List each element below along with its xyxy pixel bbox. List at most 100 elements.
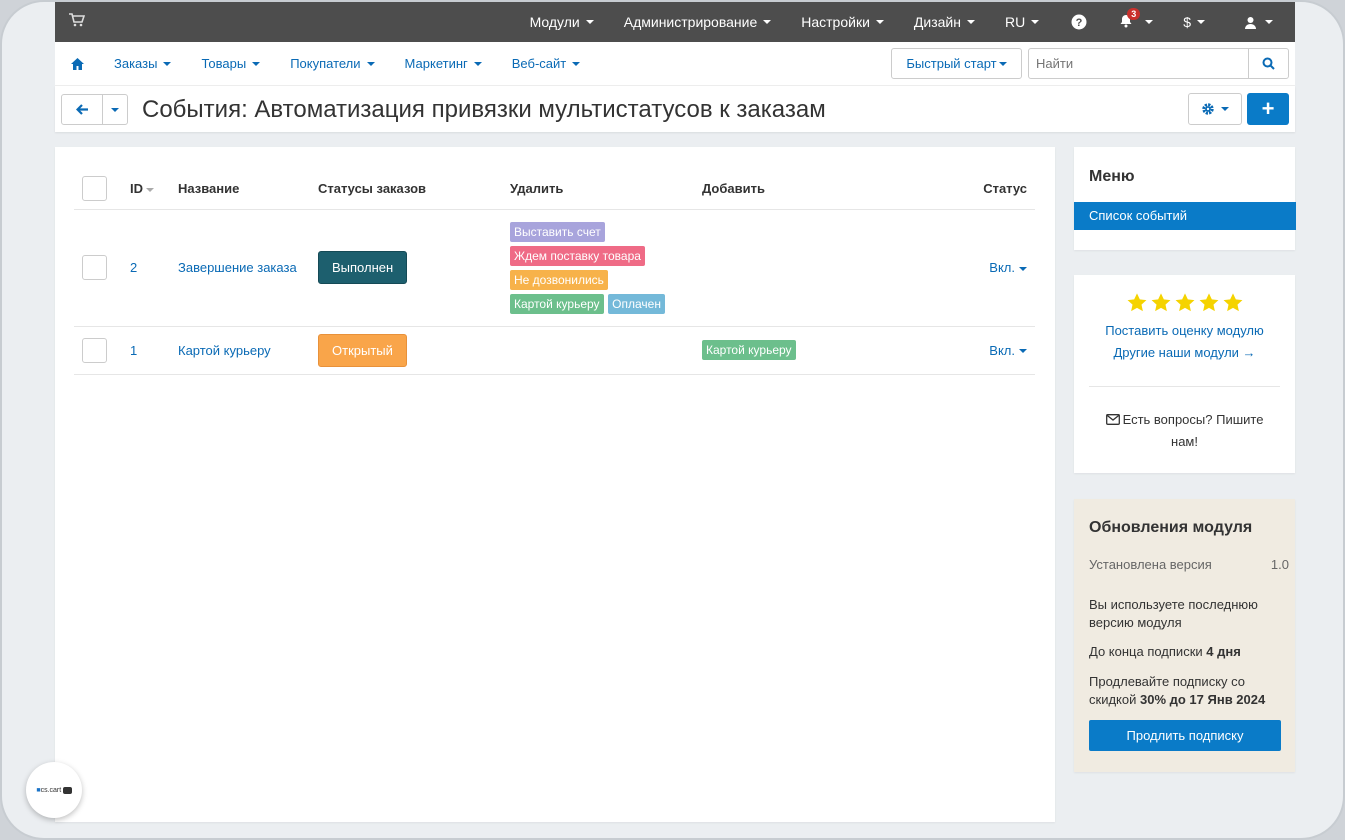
event-name-link[interactable]: Картой курьеру: [178, 343, 271, 358]
column-header-order-statuses: Статусы заказов: [318, 169, 510, 210]
table-row: 2 Завершение заказа Выполнен Выставить с…: [74, 209, 1035, 327]
column-header-status: Статус: [932, 169, 1035, 210]
contact-us-link[interactable]: Есть вопросы? Пишите нам!: [1094, 409, 1275, 453]
status-dropdown[interactable]: Вкл.: [932, 209, 1035, 327]
remove-tags: [510, 326, 702, 375]
add-event-button[interactable]: +: [1247, 93, 1289, 125]
topnav-label: RU: [1004, 14, 1026, 30]
chevron-down-icon: [966, 20, 975, 24]
quick-start-button[interactable]: Быстрый старт: [891, 48, 1022, 79]
column-header-add: Добавить: [702, 169, 932, 210]
nav-customers[interactable]: Покупатели: [290, 56, 375, 71]
chevron-down-icon: [163, 61, 172, 66]
svg-text:?: ?: [1076, 17, 1083, 29]
sidebar-item-events-list[interactable]: Список событий: [1074, 202, 1296, 230]
help-button[interactable]: ?: [1054, 2, 1104, 42]
home-icon[interactable]: [71, 57, 84, 70]
nav-label: Веб-сайт: [511, 56, 567, 71]
cart-icon[interactable]: [69, 13, 85, 27]
rate-module-link[interactable]: Поставить оценку модулю: [1074, 323, 1295, 338]
chevron-down-icon: [1031, 20, 1040, 24]
renew-subscription-button[interactable]: Продлить подписку: [1089, 720, 1281, 751]
renew-discount-text: Продлевайте подписку со скидкой 30% до 1…: [1089, 673, 1284, 709]
rating-stars[interactable]: [1074, 292, 1295, 314]
topnav-label: Модули: [529, 14, 580, 30]
back-button-group: [61, 94, 128, 125]
settings-dropdown-button[interactable]: [1188, 93, 1242, 125]
chevron-down-icon: [1221, 107, 1229, 111]
subscription-prefix: До конца подписки: [1089, 644, 1207, 659]
installed-version-row: Установлена версия 1.0: [1089, 557, 1289, 572]
status-tag: Ждем поставку товара: [510, 245, 645, 266]
page-header: События: Автоматизация привязки мультист…: [55, 86, 1295, 132]
star-icon: [1151, 293, 1170, 312]
topnav-label: Администрирование: [623, 14, 758, 30]
order-status-badge: Открытый: [318, 333, 407, 367]
remove-tags: Выставить счет Ждем поставку товара Не д…: [510, 220, 702, 316]
status-tag: Оплачен: [608, 293, 665, 314]
chevron-down-icon: [473, 61, 482, 66]
select-all-checkbox[interactable]: [82, 176, 107, 202]
status-dropdown[interactable]: Вкл.: [932, 326, 1035, 375]
cscart-logo[interactable]: ■ cs.cart: [26, 762, 82, 818]
user-menu[interactable]: [1220, 2, 1295, 42]
column-header-id-label: ID: [130, 181, 143, 197]
event-name-link[interactable]: Завершение заказа: [178, 260, 297, 275]
sidebar-menu-title: Меню: [1089, 168, 1135, 185]
event-id-link[interactable]: 1: [130, 343, 137, 358]
topnav-administration[interactable]: Администрирование: [609, 2, 787, 42]
search-box: [1028, 48, 1289, 79]
back-dropdown-button[interactable]: [103, 95, 127, 124]
nav-label: Заказы: [114, 56, 158, 71]
events-table: ID Название Статусы заказов Удалить Доба…: [74, 169, 1035, 375]
topnav-label: Настройки: [801, 14, 870, 30]
back-button[interactable]: [62, 95, 103, 124]
star-icon: [1199, 293, 1218, 312]
installed-version-label: Установлена версия: [1089, 557, 1212, 572]
chevron-down-icon: [998, 61, 1007, 66]
gear-icon: [1202, 103, 1214, 115]
search-icon: [1262, 57, 1275, 70]
subscription-remaining: До конца подписки 4 дня: [1089, 643, 1284, 661]
renew-discount: 30% до 17 Янв 2024: [1139, 692, 1266, 707]
contact-us-label: Есть вопросы? Пишите нам!: [1122, 412, 1264, 449]
nav-label: Товары: [201, 56, 247, 71]
sort-icon: [146, 187, 154, 192]
notifications-button[interactable]: 3: [1104, 2, 1168, 42]
event-id-link[interactable]: 2: [130, 260, 137, 275]
column-header-id[interactable]: ID: [130, 169, 178, 210]
notification-count-badge: 3: [1127, 7, 1141, 20]
other-modules-link[interactable]: Другие наши модули →: [1074, 345, 1295, 360]
chevron-down-icon: [875, 20, 884, 24]
chevron-down-icon: [572, 61, 581, 66]
topnav-language[interactable]: RU: [990, 2, 1054, 42]
topnav-design[interactable]: Дизайн: [899, 2, 990, 42]
events-panel: ID Название Статусы заказов Удалить Доба…: [55, 147, 1055, 822]
topnav-settings[interactable]: Настройки: [786, 2, 899, 42]
topnav-modules[interactable]: Модули: [515, 2, 609, 42]
chevron-down-icon: [1019, 349, 1027, 354]
currency-label: $: [1183, 14, 1191, 30]
nav-marketing[interactable]: Маркетинг: [405, 56, 482, 71]
search-button[interactable]: [1248, 49, 1288, 78]
status-tag: Картой курьеру: [702, 340, 796, 360]
chevron-down-icon: [366, 61, 375, 66]
nav-orders[interactable]: Заказы: [114, 56, 172, 71]
chevron-down-icon: [1265, 20, 1273, 24]
latest-version-text: Вы используете последнюю версию модуля: [1089, 597, 1258, 630]
column-header-remove: Удалить: [510, 169, 702, 210]
envelope-icon: [1105, 414, 1120, 425]
currency-selector[interactable]: $: [1168, 2, 1220, 42]
status-tag: Картой курьеру: [510, 293, 604, 314]
star-icon: [1223, 293, 1242, 312]
quick-start-label: Быстрый старт: [906, 56, 997, 71]
row-checkbox[interactable]: [82, 255, 107, 280]
chevron-down-icon: [1145, 20, 1154, 24]
nav-products[interactable]: Товары: [201, 56, 261, 71]
chevron-down-icon: [111, 107, 119, 112]
page-title: События: Автоматизация привязки мультист…: [142, 96, 826, 123]
search-input[interactable]: [1029, 49, 1248, 78]
nav-website[interactable]: Веб-сайт: [511, 56, 581, 71]
row-checkbox[interactable]: [82, 337, 107, 363]
chevron-down-icon: [1019, 266, 1027, 271]
